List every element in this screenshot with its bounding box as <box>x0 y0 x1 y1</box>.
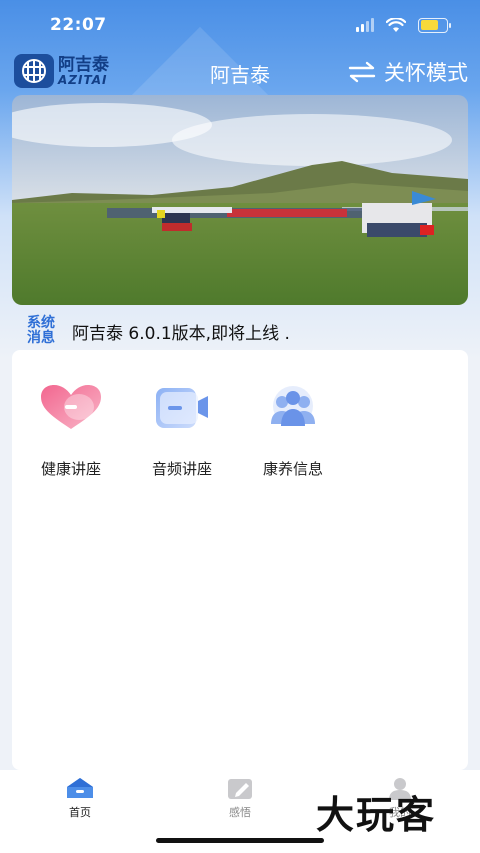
heart-icon <box>36 378 106 438</box>
wifi-icon <box>386 17 406 32</box>
people-icon <box>258 378 328 438</box>
feature-label: 音频讲座 <box>151 460 212 478</box>
feature-label: 康养信息 <box>262 460 323 478</box>
home-indicator[interactable] <box>156 838 324 843</box>
tab-home[interactable]: 首页 <box>40 776 120 820</box>
signal-icon <box>356 18 374 32</box>
banner-image[interactable] <box>12 95 468 305</box>
edit-icon <box>228 779 252 799</box>
system-notice[interactable]: 系统 消息 阿吉泰 6.0.1版本,即将上线 . <box>22 314 290 348</box>
swap-icon <box>348 61 376 83</box>
feature-label: 健康讲座 <box>40 460 101 478</box>
care-mode-label: 关怀模式 <box>384 61 468 85</box>
home-icon <box>67 778 93 798</box>
tab-reflections[interactable]: 感悟 <box>200 776 280 820</box>
status-bar: 22:07 <box>0 0 480 50</box>
feature-health-lecture[interactable]: 健康讲座 <box>26 378 116 479</box>
status-time: 22:07 <box>50 15 107 35</box>
notice-text: 阿吉泰 6.0.1版本,即将上线 . <box>72 323 290 344</box>
feature-wellness-info[interactable]: 康养信息 <box>248 378 338 479</box>
watermark: 大玩客 <box>316 792 437 837</box>
feature-audio-lecture[interactable]: 音频讲座 <box>137 378 227 479</box>
app-header: 阿吉泰 AZITAI 阿吉泰 关怀模式 <box>0 50 480 92</box>
feature-panel: 健康讲座 音频讲座 康养信息 <box>12 350 468 770</box>
status-icons <box>356 17 451 33</box>
battery-icon <box>418 17 451 33</box>
care-mode-button[interactable]: 关怀模式 <box>348 57 468 87</box>
video-camera-icon <box>147 378 217 438</box>
notice-badge: 系统 消息 <box>27 315 55 346</box>
